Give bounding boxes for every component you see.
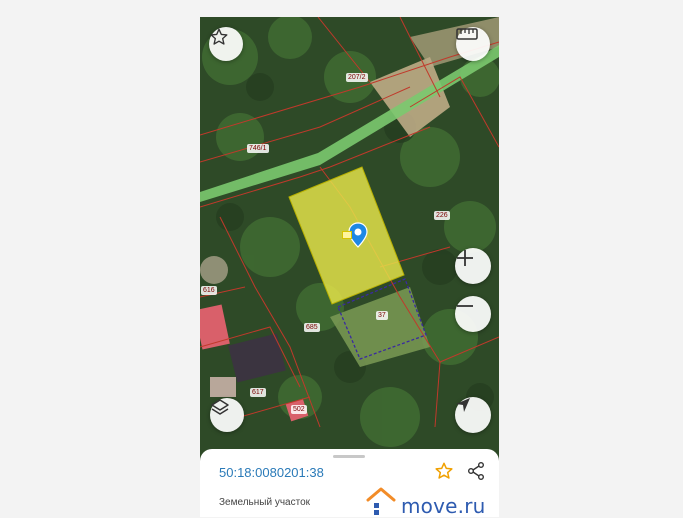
parcel-label-617: 617 xyxy=(250,388,266,397)
minus-icon xyxy=(457,305,473,307)
parcel-label-746: 746/1 xyxy=(247,144,269,153)
parcel-label-502: 502 xyxy=(291,405,307,414)
cadastral-number: 50:18:0080201:38 xyxy=(219,465,324,480)
layers-button[interactable] xyxy=(210,398,244,432)
star-outline-icon xyxy=(435,462,453,479)
parcel-label-226: 226 xyxy=(434,211,450,220)
share-icon xyxy=(468,462,484,480)
parcel-type-label: Земельный участок xyxy=(219,497,311,508)
parcel-label-37: 37 xyxy=(376,311,388,320)
navigation-arrow-icon xyxy=(456,398,470,412)
house-logo-icon xyxy=(366,487,396,515)
my-location-button[interactable] xyxy=(455,397,491,433)
parcel-label-207: 207/2 xyxy=(346,73,368,82)
sheet-drag-handle[interactable] xyxy=(333,455,365,458)
parcel-small-marker xyxy=(342,231,352,239)
sheet-favorite-button[interactable] xyxy=(434,461,454,486)
zoom-out-button[interactable] xyxy=(455,296,491,332)
share-button[interactable] xyxy=(466,461,486,486)
parcel-label-685: 685 xyxy=(304,323,320,332)
parcel-label-616: 616 xyxy=(201,286,217,295)
zoom-in-button[interactable] xyxy=(455,248,491,284)
move-ru-watermark: move.ru xyxy=(365,486,505,518)
favorite-button[interactable] xyxy=(209,27,243,61)
star-outline-icon xyxy=(210,28,228,45)
satellite-map[interactable]: 207/2 746/1 226 616 685 37 617 502 xyxy=(200,17,499,457)
ruler-button[interactable] xyxy=(456,27,490,61)
watermark-text: move.ru xyxy=(401,494,486,518)
mobile-map-screen: 207/2 746/1 226 616 685 37 617 502 50:18… xyxy=(200,17,499,517)
plus-icon xyxy=(457,250,473,266)
layers-icon xyxy=(211,399,229,415)
ruler-icon xyxy=(456,28,478,40)
